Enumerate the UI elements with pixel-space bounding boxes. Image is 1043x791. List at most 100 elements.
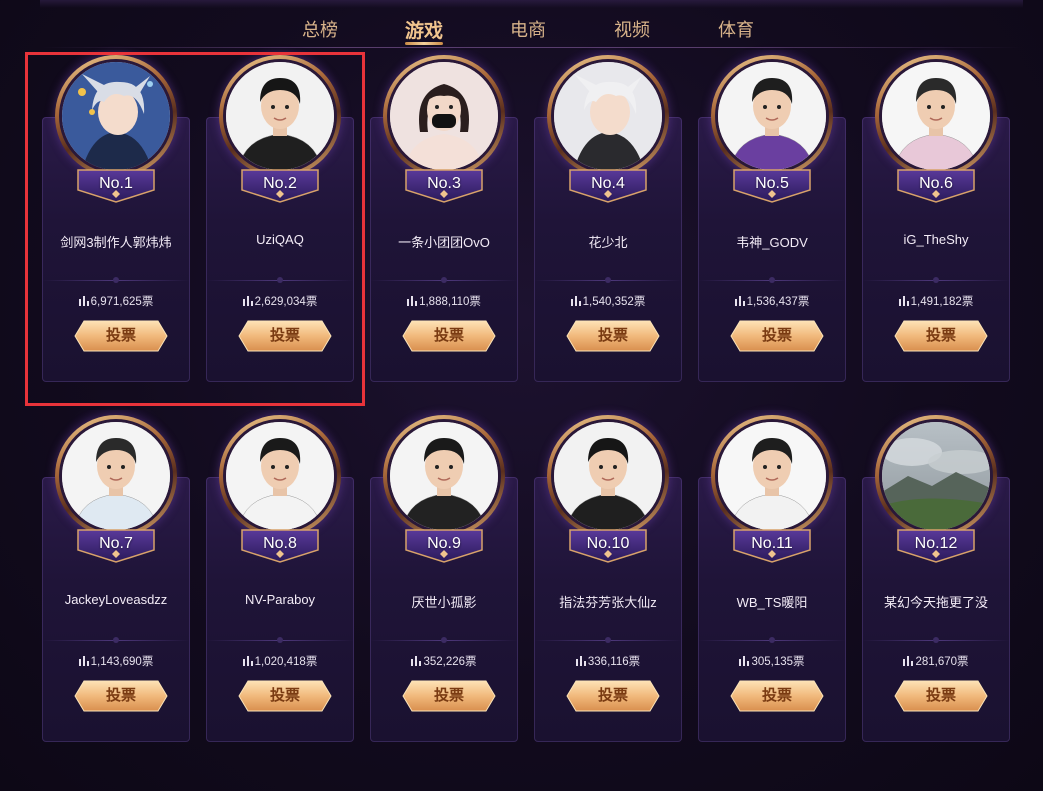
vote-button-label: 投票 (105, 327, 136, 344)
ranking-card[interactable]: No.4 花少北 1,540,352票 投票 (534, 50, 682, 382)
vote-button[interactable]: 投票 (402, 680, 496, 712)
rank-label: No.8 (263, 535, 297, 552)
vote-button[interactable]: 投票 (730, 680, 824, 712)
divider-dot (113, 637, 119, 643)
vote-button[interactable]: 投票 (74, 680, 168, 712)
bar-chart-icon (903, 656, 914, 666)
ranking-card[interactable]: No.12 某幻今天拖更了没 281,670票 投票 (862, 410, 1010, 742)
streamer-name[interactable]: WB_TS暖阳 (698, 592, 846, 611)
ranking-card[interactable]: No.1 剑网3制作人郭炜炜 6,971,625票 投票 (42, 50, 190, 382)
rank-label: No.5 (755, 175, 789, 192)
streamer-name[interactable]: 某幻今天拖更了没 (862, 592, 1010, 611)
vote-button[interactable]: 投票 (238, 680, 332, 712)
ranking-card[interactable]: No.7 JackeyLoveasdzz 1,143,690票 投票 (42, 410, 190, 742)
ranking-card[interactable]: No.11 WB_TS暖阳 305,135票 投票 (698, 410, 846, 742)
divider-dot (933, 277, 939, 283)
bar-chart-icon (78, 296, 89, 306)
streamer-name[interactable]: 剑网3制作人郭炜炜 (42, 232, 190, 251)
vote-button-label: 投票 (597, 327, 628, 344)
divider-dot (113, 277, 119, 283)
vote-count-value: 1,143,690票 (90, 656, 154, 668)
streamer-name[interactable]: 厌世小孤影 (370, 592, 518, 611)
vote-count: 336,116票 (534, 653, 682, 669)
streamer-name[interactable]: 花少北 (534, 232, 682, 251)
avatar[interactable] (554, 422, 662, 530)
streamer-name[interactable]: JackeyLoveasdzz (42, 592, 190, 607)
vote-button[interactable]: 投票 (894, 320, 988, 352)
ranking-card[interactable]: No.10 指法芬芳张大仙z 336,116票 投票 (534, 410, 682, 742)
ranking-card[interactable]: No.6 iG_TheShy 1,491,182票 投票 (862, 50, 1010, 382)
streamer-name[interactable]: iG_TheShy (862, 232, 1010, 247)
vote-button[interactable]: 投票 (238, 320, 332, 352)
avatar[interactable] (226, 62, 334, 170)
avatar[interactable] (882, 422, 990, 530)
avatar[interactable] (390, 422, 498, 530)
vote-count-value: 336,116票 (587, 656, 641, 668)
ranking-card[interactable]: No.8 NV-Paraboy 1,020,418票 投票 (206, 410, 354, 742)
vote-button-label: 投票 (925, 327, 956, 344)
ranking-card[interactable]: No.3 一条小团团OvO 1,888,110票 投票 (370, 50, 518, 382)
vote-button-label: 投票 (105, 687, 136, 704)
vote-button-label: 投票 (761, 687, 792, 704)
divider-dot (769, 277, 775, 283)
streamer-name[interactable]: NV-Paraboy (206, 592, 354, 607)
vote-count: 1,143,690票 (42, 653, 190, 669)
avatar[interactable] (226, 422, 334, 530)
vote-button[interactable]: 投票 (730, 320, 824, 352)
vote-count-value: 1,888,110票 (419, 296, 481, 308)
divider-dot (605, 637, 611, 643)
vote-button[interactable]: 投票 (402, 320, 496, 352)
streamer-name[interactable]: 指法芬芳张大仙z (534, 592, 682, 611)
avatar[interactable] (62, 62, 170, 170)
ranking-card[interactable]: No.2 UziQAQ 2,629,034票 投票 (206, 50, 354, 382)
vote-count: 1,020,418票 (206, 653, 354, 669)
vote-count: 2,629,034票 (206, 293, 354, 309)
bar-chart-icon (570, 296, 581, 306)
bar-chart-icon (898, 296, 909, 306)
divider-dot (605, 277, 611, 283)
vote-count-value: 6,971,625票 (90, 296, 154, 308)
streamer-name[interactable]: 韦神_GODV (698, 232, 846, 251)
vote-button[interactable]: 投票 (894, 680, 988, 712)
divider-dot (277, 277, 283, 283)
vote-button[interactable]: 投票 (566, 680, 660, 712)
vote-count: 1,491,182票 (862, 293, 1010, 309)
vote-button-label: 投票 (761, 327, 792, 344)
vote-button-label: 投票 (269, 687, 300, 704)
vote-button[interactable]: 投票 (74, 320, 168, 352)
divider-dot (277, 637, 283, 643)
ranking-card[interactable]: No.5 韦神_GODV 1,536,437票 投票 (698, 50, 846, 382)
avatar[interactable] (62, 422, 170, 530)
rank-label: No.2 (263, 175, 297, 192)
divider-dot (441, 277, 447, 283)
divider-dot (769, 637, 775, 643)
vote-count-value: 1,540,352票 (582, 296, 646, 308)
rank-label: No.9 (427, 535, 461, 552)
avatar[interactable] (390, 62, 498, 170)
vote-count-value: 1,020,418票 (254, 656, 318, 668)
bar-chart-icon (734, 296, 745, 306)
bar-chart-icon (242, 296, 253, 306)
vote-button[interactable]: 投票 (566, 320, 660, 352)
divider-dot (933, 637, 939, 643)
streamer-name[interactable]: 一条小团团OvO (370, 232, 518, 251)
vote-count-value: 305,135票 (751, 656, 805, 668)
avatar[interactable] (718, 62, 826, 170)
rank-label: No.3 (427, 175, 461, 192)
bar-chart-icon (411, 656, 422, 666)
avatar[interactable] (554, 62, 662, 170)
rank-label: No.10 (586, 535, 630, 552)
avatar[interactable] (882, 62, 990, 170)
rank-label: No.12 (914, 535, 958, 552)
divider-dot (441, 637, 447, 643)
vote-count: 305,135票 (698, 653, 846, 669)
bar-chart-icon (78, 656, 89, 666)
vote-count: 352,226票 (370, 653, 518, 669)
vote-count-value: 1,536,437票 (746, 296, 810, 308)
avatar[interactable] (718, 422, 826, 530)
vote-count-value: 1,491,182票 (910, 296, 974, 308)
ranking-grid: No.1 剑网3制作人郭炜炜 6,971,625票 投票 No.2 UziQAQ… (0, 0, 1043, 791)
ranking-card[interactable]: No.9 厌世小孤影 352,226票 投票 (370, 410, 518, 742)
streamer-name[interactable]: UziQAQ (206, 232, 354, 247)
vote-count-value: 281,670票 (915, 656, 969, 668)
